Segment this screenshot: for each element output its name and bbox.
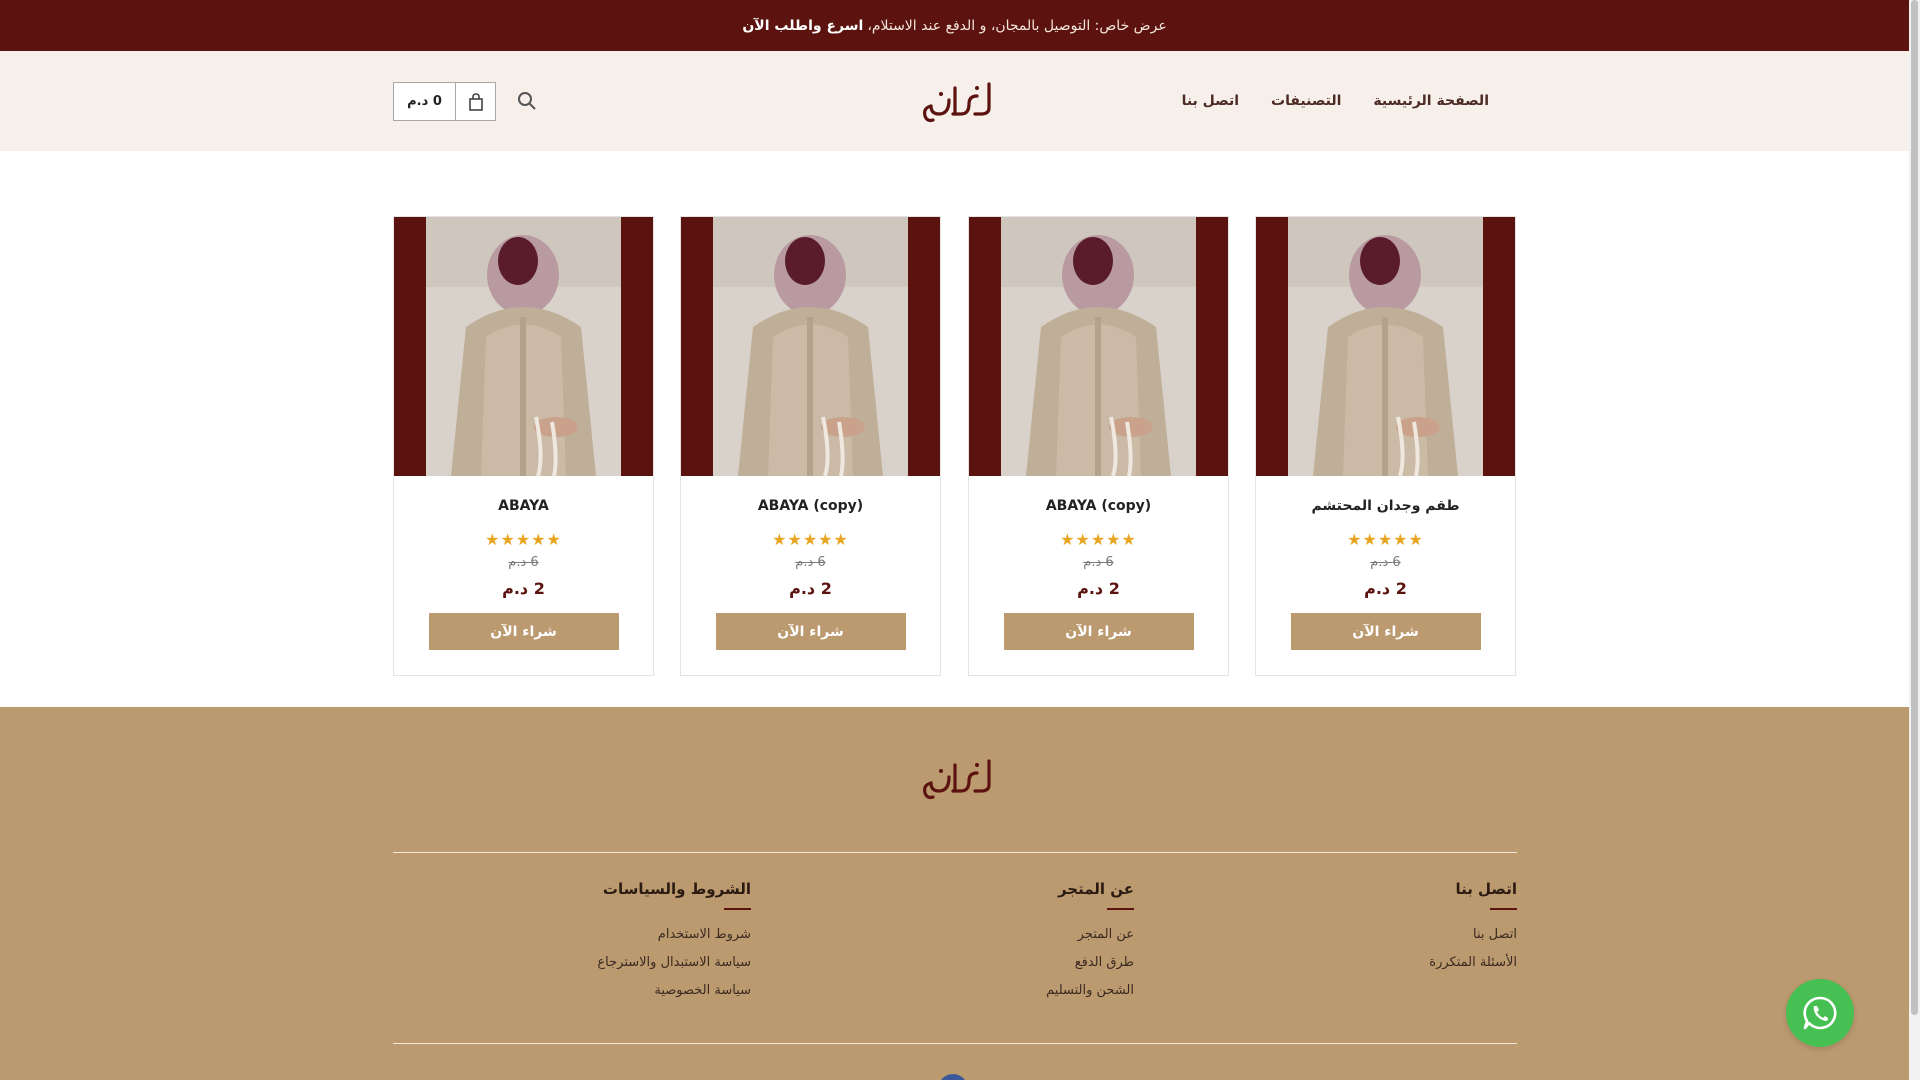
buy-now-button[interactable]: شراء الآن	[428, 613, 619, 650]
product-card[interactable]: ABAYA (copy) ★★★★★ 6 د.م 2 د.م شراء الآن	[968, 216, 1229, 676]
product-old-price: 6 د.م	[1370, 555, 1401, 570]
footer-policies-heading: الشروط والسياسات	[602, 880, 751, 898]
product-card[interactable]: طقم وجدان المحتشم ★★★★★ 6 د.م 2 د.م شراء…	[1255, 216, 1516, 676]
nav-categories[interactable]: التصنيفات	[1271, 93, 1341, 109]
product-image[interactable]	[394, 217, 653, 476]
product-title[interactable]: ABAYA (copy)	[969, 498, 1228, 516]
footer-link-faq[interactable]: الأسئلة المتكررة	[1429, 955, 1517, 970]
product-photo	[1001, 217, 1196, 476]
main-nav: الصفحة الرئيسية التصنيفات اتصل بنا	[1182, 51, 1489, 151]
product-rating: ★★★★★	[772, 530, 849, 549]
footer-link-returns[interactable]: سياسة الاستبدال والاسترجاع	[597, 955, 751, 970]
footer-divider-bottom	[393, 1043, 1517, 1044]
cart-button[interactable]: 0 د.م	[393, 82, 496, 121]
product-title[interactable]: ABAYA	[394, 498, 653, 516]
product-price: 2 د.م	[502, 579, 545, 598]
page-scrollbar-thumb[interactable]	[1911, 0, 1918, 1015]
product-image[interactable]	[969, 217, 1228, 476]
footer-col-about: عن المتجر عن المتجر طرق الدفع الشحن والت…	[1046, 880, 1134, 1011]
buy-now-button[interactable]: شراء الآن	[715, 613, 906, 650]
search-icon	[518, 92, 536, 110]
whatsapp-icon	[1803, 996, 1837, 1030]
product-rating: ★★★★★	[1060, 530, 1137, 549]
product-price: 2 د.م	[789, 579, 832, 598]
announcement-cta: اسرع واطلب الآن	[742, 17, 864, 34]
whatsapp-button[interactable]	[1786, 979, 1854, 1047]
product-old-price: 6 د.م	[1083, 555, 1114, 570]
product-rating: ★★★★★	[485, 530, 562, 549]
product-photo	[713, 217, 908, 476]
footer-link-payment[interactable]: طرق الدفع	[1046, 955, 1134, 970]
cart-icon	[468, 92, 483, 111]
footer-divider-top	[393, 852, 1517, 853]
product-image[interactable]	[681, 217, 940, 476]
footer-link-privacy[interactable]: سياسة الخصوصية	[597, 983, 751, 998]
product-title[interactable]: طقم وجدان المحتشم	[1256, 498, 1515, 516]
footer-link-shipping[interactable]: الشحن والتسليم	[1046, 983, 1134, 998]
footer-col-policies: الشروط والسياسات شروط الاستخدام سياسة ال…	[597, 880, 751, 1011]
footer-about-heading: عن المتجر	[1057, 880, 1134, 898]
cart-total: 0 د.م	[394, 83, 456, 120]
nav-contact[interactable]: اتصل بنا	[1182, 93, 1239, 109]
heading-underline	[724, 908, 751, 910]
product-old-price: 6 د.م	[508, 555, 539, 570]
footer-link-contact[interactable]: اتصل بنا	[1429, 927, 1517, 942]
nav-home[interactable]: الصفحة الرئيسية	[1373, 93, 1489, 109]
product-price: 2 د.م	[1077, 579, 1120, 598]
heading-underline	[1490, 908, 1517, 910]
product-title[interactable]: ABAYA (copy)	[681, 498, 940, 516]
heading-underline	[1107, 908, 1134, 910]
announcement-text: عرض خاص: التوصيل بالمجان، و الدفع عند ال…	[867, 17, 1167, 34]
footer-logo[interactable]	[919, 755, 995, 801]
buy-now-button[interactable]: شراء الآن	[1290, 613, 1481, 650]
search-button[interactable]	[516, 90, 538, 112]
site-logo[interactable]	[919, 78, 995, 124]
product-rating: ★★★★★	[1347, 530, 1424, 549]
product-old-price: 6 د.م	[795, 555, 826, 570]
footer-link-about[interactable]: عن المتجر	[1046, 927, 1134, 942]
announcement-bar: عرض خاص: التوصيل بالمجان، و الدفع عند ال…	[0, 0, 1909, 51]
product-price: 2 د.م	[1364, 579, 1407, 598]
product-image[interactable]	[1256, 217, 1515, 476]
footer-col-contact: اتصل بنا اتصل بنا الأسئلة المتكررة	[1429, 880, 1517, 983]
product-card[interactable]: ABAYA ★★★★★ 6 د.م 2 د.م شراء الآن	[393, 216, 654, 676]
product-card[interactable]: ABAYA (copy) ★★★★★ 6 د.م 2 د.م شراء الآن	[680, 216, 941, 676]
cart-icon-wrap	[456, 83, 495, 120]
buy-now-button[interactable]: شراء الآن	[1003, 613, 1194, 650]
product-photo	[1288, 217, 1483, 476]
footer-link-terms[interactable]: شروط الاستخدام	[597, 927, 751, 942]
product-photo	[426, 217, 621, 476]
footer-contact-heading: اتصل بنا	[1455, 880, 1517, 898]
